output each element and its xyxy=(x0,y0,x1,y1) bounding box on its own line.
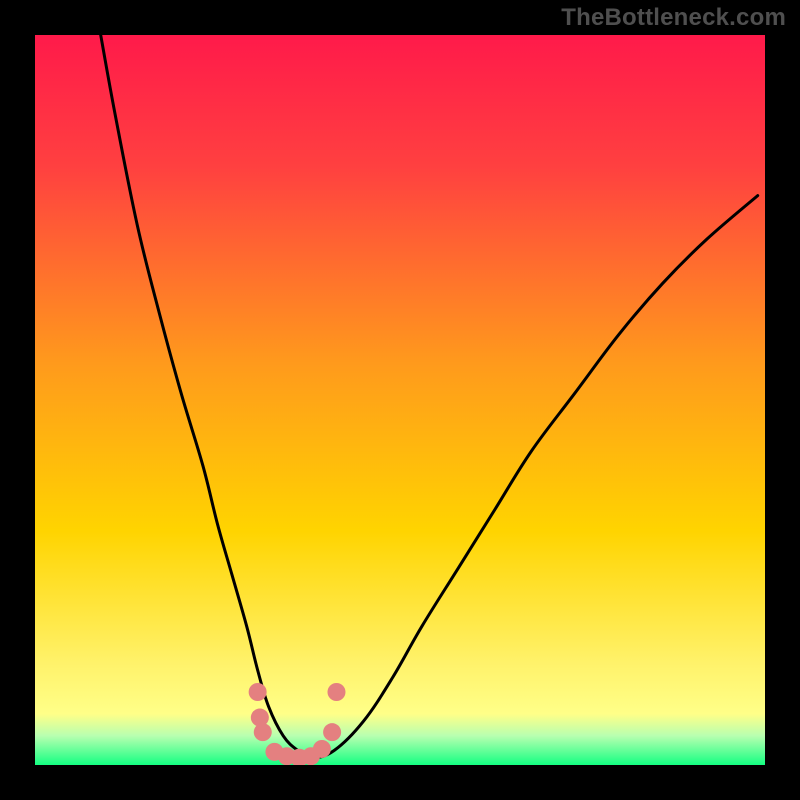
chart-svg xyxy=(35,35,765,765)
plot-area xyxy=(35,35,765,765)
valley-marker xyxy=(249,683,267,701)
valley-marker xyxy=(327,683,345,701)
valley-marker xyxy=(323,723,341,741)
gradient-background xyxy=(35,35,765,765)
valley-marker xyxy=(254,723,272,741)
valley-marker xyxy=(313,740,331,758)
watermark-text: TheBottleneck.com xyxy=(561,4,786,32)
chart-frame: TheBottleneck.com xyxy=(0,0,800,800)
